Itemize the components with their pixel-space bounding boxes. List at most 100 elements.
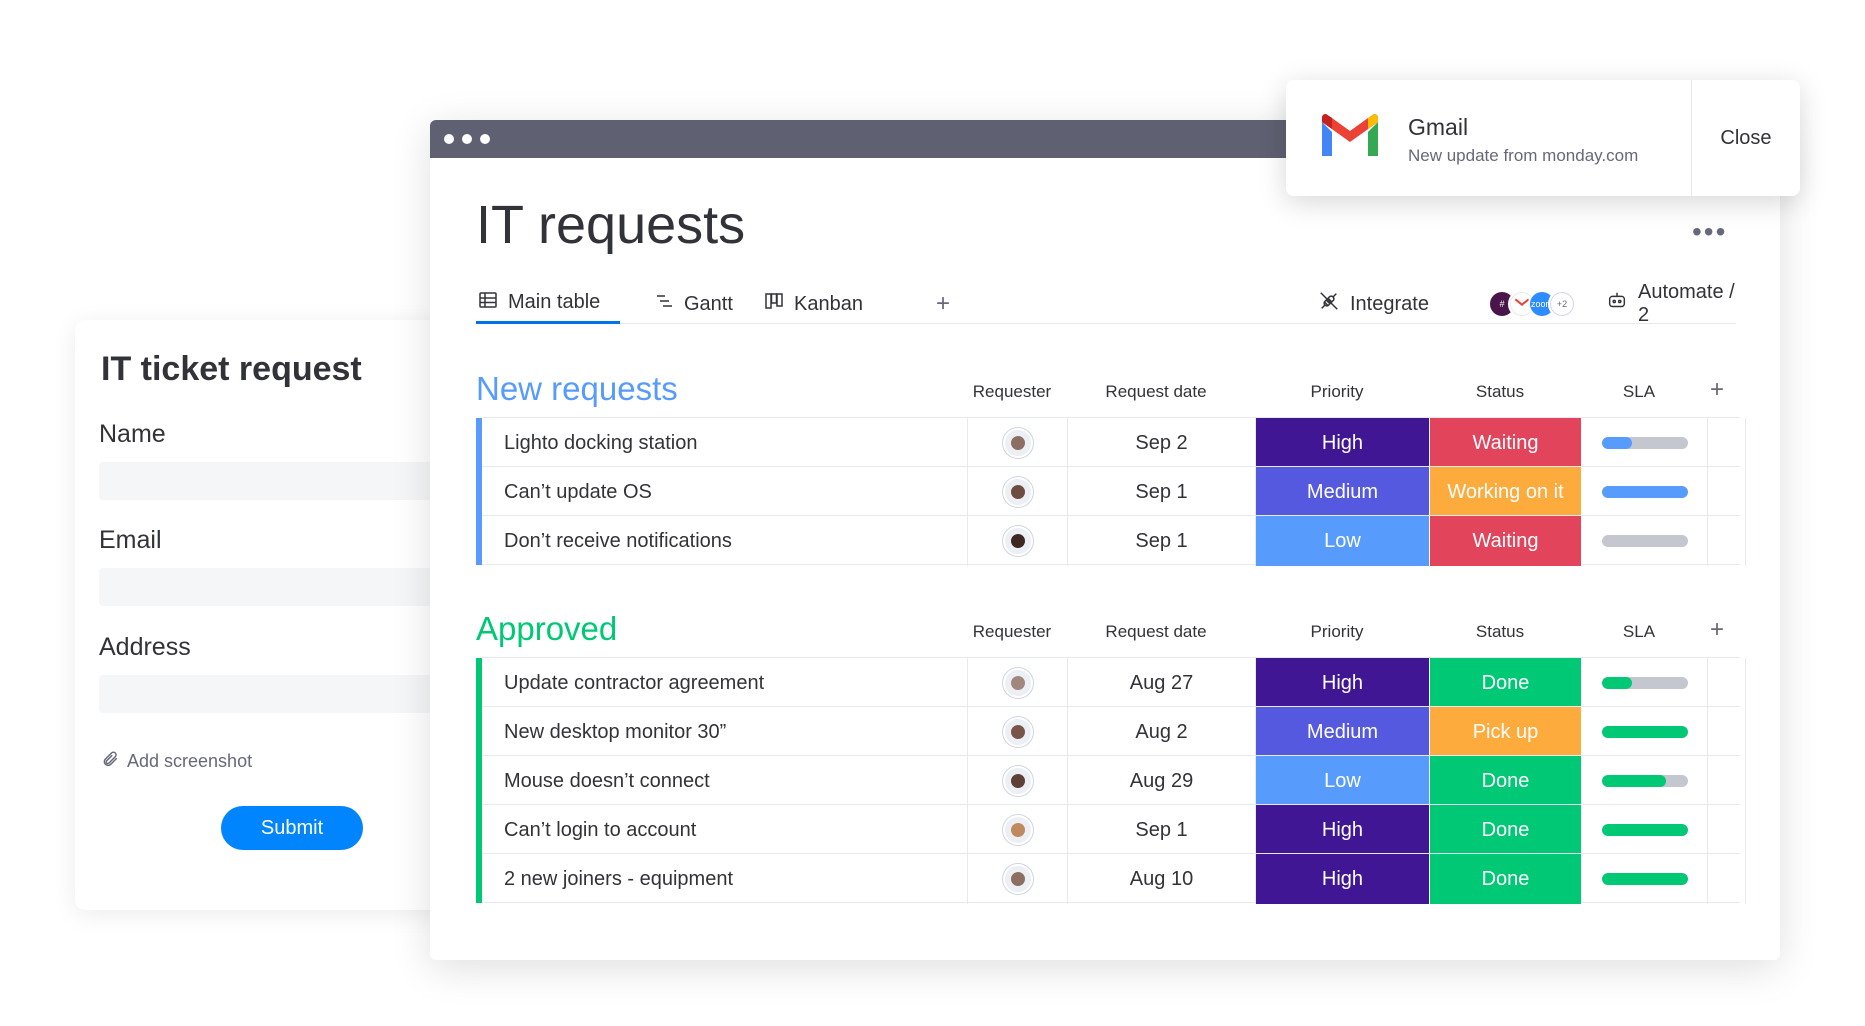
priority-cell[interactable]: Medium [1256,707,1430,757]
requester-cell[interactable] [968,756,1068,806]
item-name-cell[interactable]: Can’t login to account [482,805,968,855]
sla-cell[interactable] [1582,707,1708,757]
add-view-button[interactable]: + [936,290,950,318]
item-name: Mouse doesn’t connect [504,769,710,792]
status-cell[interactable]: Done [1430,756,1582,806]
email-field[interactable] [99,568,439,606]
requester-cell[interactable] [968,707,1068,757]
status-cell[interactable]: Done [1430,805,1582,855]
ticket-form-card: IT ticket request Name Email Address Add… [75,320,455,910]
automate-label: Automate / 2 [1638,281,1735,326]
tab-gantt[interactable]: Gantt [654,284,733,324]
sla-cell[interactable] [1582,418,1708,468]
integrate-button[interactable]: Integrate [1318,284,1429,324]
sla-cell[interactable] [1582,854,1708,904]
column-header-status[interactable]: Status [1424,622,1576,642]
requester-cell[interactable] [968,418,1068,468]
item-name-cell[interactable]: 2 new joiners - equipment [482,854,968,904]
table-row[interactable]: Can’t login to account Sep 1 High Done [482,804,1746,855]
add-column-button[interactable]: + [1710,376,1724,404]
item-name-cell[interactable]: Can’t update OS [482,467,968,517]
requester-cell[interactable] [968,854,1068,904]
item-name-cell[interactable]: Don’t receive notifications [482,516,968,566]
group-title[interactable]: New requests [476,370,678,408]
requester-cell[interactable] [968,516,1068,566]
status-cell[interactable]: Waiting [1430,516,1582,566]
priority-cell[interactable]: High [1256,805,1430,855]
status-cell[interactable]: Done [1430,854,1582,904]
status-cell[interactable]: Done [1430,658,1582,708]
priority-cell[interactable]: Medium [1256,467,1430,517]
request-date-cell[interactable]: Aug 27 [1068,658,1256,708]
item-name-cell[interactable]: Mouse doesn’t connect [482,756,968,806]
avatar-face-icon [1010,725,1025,739]
sla-cell[interactable] [1582,516,1708,566]
column-header-sla[interactable]: SLA [1576,382,1702,402]
close-button[interactable]: Close [1692,80,1800,196]
column-header-requester[interactable]: Requester [962,382,1062,402]
status-cell[interactable]: Waiting [1430,418,1582,468]
address-field[interactable] [99,675,439,713]
column-header-priority[interactable]: Priority [1250,382,1424,402]
priority-cell[interactable]: High [1256,658,1430,708]
request-date-cell[interactable]: Aug 2 [1068,707,1256,757]
priority-cell[interactable]: Low [1256,516,1430,566]
gmail-notification-toast: Gmail New update from monday.com Close [1286,80,1800,196]
column-header-request-date[interactable]: Request date [1062,382,1250,402]
sla-progress-fill [1601,486,1688,498]
table-row[interactable]: Can’t update OS Sep 1 Medium Working on it [482,466,1746,517]
column-header-requester[interactable]: Requester [962,622,1062,642]
table-row[interactable]: Mouse doesn’t connect Aug 29 Low Done [482,755,1746,806]
column-header-sla[interactable]: SLA [1576,622,1702,642]
priority-cell[interactable]: High [1256,854,1430,904]
column-header-status[interactable]: Status [1424,382,1576,402]
name-field[interactable] [99,462,439,500]
table-row[interactable]: 2 new joiners - equipment Aug 10 High Done [482,853,1746,904]
gantt-icon [654,291,674,317]
tab-kanban[interactable]: Kanban [764,284,863,324]
requester-cell[interactable] [968,658,1068,708]
item-name-cell[interactable]: Update contractor agreement [482,658,968,708]
sla-progress-fill [1601,726,1688,738]
table-row[interactable]: New desktop monitor 30” Aug 2 Medium Pick u… [482,706,1746,757]
table-row[interactable]: Lighto docking station Sep 2 High Waiting [482,417,1746,468]
table-row[interactable]: Don’t receive notifications Sep 1 Low Waiti… [482,515,1746,566]
sla-cell[interactable] [1582,805,1708,855]
add-screenshot-link[interactable]: Add screenshot [101,750,252,773]
request-date-cell[interactable]: Sep 1 [1068,805,1256,855]
priority-cell[interactable]: Low [1256,756,1430,806]
sla-cell[interactable] [1582,756,1708,806]
tab-main-table[interactable]: Main table [476,284,621,324]
priority-cell[interactable]: High [1256,418,1430,468]
status-label: Done [1481,769,1530,792]
request-date-cell[interactable]: Sep 1 [1068,467,1256,517]
request-date: Sep 1 [1135,529,1188,552]
sla-cell[interactable] [1582,658,1708,708]
more-options-icon[interactable]: ••• [1692,216,1727,248]
submit-button[interactable]: Submit [221,806,363,850]
table-icon [478,290,498,316]
requester-cell[interactable] [968,805,1068,855]
automate-button[interactable]: Automate / 2 [1606,281,1736,326]
add-column-button[interactable]: + [1710,616,1724,644]
status-cell[interactable]: Working on it [1430,467,1582,517]
tab-label: Main table [508,291,601,313]
request-date-cell[interactable]: Sep 1 [1068,516,1256,566]
column-header-request-date[interactable]: Request date [1062,622,1250,642]
requester-cell[interactable] [968,467,1068,517]
request-date-cell[interactable]: Sep 2 [1068,418,1256,468]
add-screenshot-label: Add screenshot [127,751,253,771]
sla-progress-fill [1601,677,1632,689]
item-name-cell[interactable]: Lighto docking station [482,418,968,468]
sla-cell[interactable] [1582,467,1708,517]
column-header-priority[interactable]: Priority [1250,622,1424,642]
request-date-cell[interactable]: Aug 29 [1068,756,1256,806]
table-row[interactable]: Update contractor agreement Aug 27 High Don… [482,657,1746,708]
group-title[interactable]: Approved [476,610,617,648]
priority-label: High [1321,818,1364,841]
status-cell[interactable]: Pick up [1430,707,1582,757]
integration-apps[interactable]: # zoom +2 [1488,290,1576,318]
row-end-cell [1708,707,1746,757]
item-name-cell[interactable]: New desktop monitor 30” [482,707,968,757]
request-date-cell[interactable]: Aug 10 [1068,854,1256,904]
